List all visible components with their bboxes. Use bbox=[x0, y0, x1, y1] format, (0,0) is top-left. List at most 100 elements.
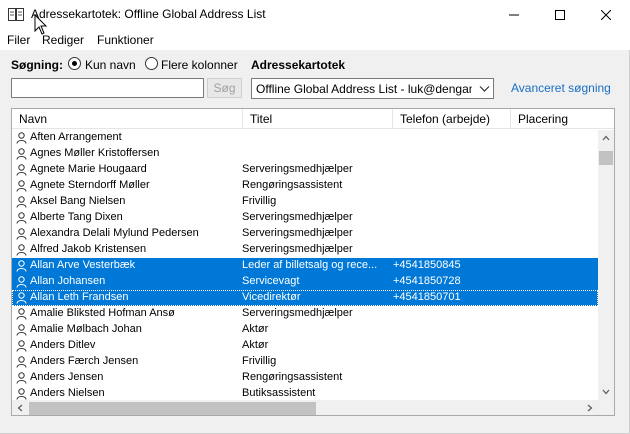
row-name: Alexandra Delali Mylund Pedersen bbox=[30, 227, 199, 239]
minimize-button[interactable] bbox=[491, 0, 537, 30]
address-list[interactable]: Navn Titel Telefon (arbejde) Placering A… bbox=[11, 108, 615, 416]
person-icon bbox=[16, 308, 27, 320]
list-row[interactable]: Anders Jensen Rengøringsassistent bbox=[12, 370, 598, 386]
person-icon bbox=[16, 212, 27, 224]
search-label: Søgning: bbox=[11, 58, 63, 72]
menu-filer[interactable]: Filer bbox=[7, 33, 30, 47]
list-row[interactable]: Anders Ditlev Aktør bbox=[12, 338, 598, 354]
row-title: Rengøringsassistent bbox=[242, 371, 343, 383]
row-name: Anders Ditlev bbox=[30, 339, 96, 351]
row-title: Frivillig bbox=[242, 355, 277, 367]
column-header-location[interactable]: Placering bbox=[511, 109, 614, 129]
chevron-up-icon bbox=[602, 135, 610, 141]
radio-name-only[interactable] bbox=[68, 57, 81, 70]
list-row[interactable]: Anders Nielsen Butiksassistent bbox=[12, 386, 598, 400]
list-row[interactable]: Anders Færch Jensen Frivillig bbox=[12, 354, 598, 370]
minimize-icon bbox=[509, 14, 519, 16]
vertical-scroll-thumb[interactable] bbox=[599, 151, 613, 165]
person-icon bbox=[16, 180, 27, 192]
row-name: Agnete Sterndorff Møller bbox=[30, 179, 150, 191]
list-rows: Aften Arrangement Agnes Møller Kristoffer… bbox=[12, 130, 598, 400]
row-name: Alfred Jakob Kristensen bbox=[30, 243, 147, 255]
list-row[interactable]: Agnete Marie Hougaard Serveringsmedhjælpe… bbox=[12, 162, 598, 178]
advanced-search-link[interactable]: Avanceret søgning bbox=[511, 81, 611, 95]
list-row[interactable]: Amalie Bliksted Hofman Ansø Serveringsmed… bbox=[12, 306, 598, 322]
chevron-down-icon bbox=[602, 389, 610, 395]
row-title: Serveringsmedhjælper bbox=[242, 163, 353, 175]
row-name: Alberte Tang Dixen bbox=[30, 211, 123, 223]
row-name: Aksel Bang Nielsen bbox=[30, 195, 126, 207]
row-name: Allan Arve Vesterbæk bbox=[30, 259, 136, 271]
radio-more-columns[interactable] bbox=[145, 57, 158, 70]
list-row[interactable]: Agnete Sterndorff Møller Rengøringsassist… bbox=[12, 178, 598, 194]
row-phone: +4541850728 bbox=[393, 275, 461, 287]
list-row[interactable]: Alfred Jakob Kristensen Serveringsmedhjæl… bbox=[12, 242, 598, 258]
row-name: Allan Leth Frandsen bbox=[30, 291, 129, 303]
menu-funktioner[interactable]: Funktioner bbox=[97, 33, 154, 47]
row-title: Frivillig bbox=[242, 195, 277, 207]
row-title: Serveringsmedhjælper bbox=[242, 211, 353, 223]
list-row[interactable]: Aften Arrangement bbox=[12, 130, 598, 146]
row-title: Butiksassistent bbox=[242, 387, 316, 399]
column-header-name[interactable]: Navn bbox=[12, 109, 243, 129]
chevron-down-icon bbox=[479, 86, 490, 92]
row-name: Amalie Bliksted Hofman Ansø bbox=[30, 307, 175, 319]
person-icon bbox=[16, 276, 27, 288]
person-icon bbox=[16, 164, 27, 176]
list-row[interactable]: Aksel Bang Nielsen Frivillig bbox=[12, 194, 598, 210]
scroll-down-button[interactable] bbox=[598, 384, 614, 400]
scroll-up-button[interactable] bbox=[598, 130, 614, 146]
maximize-icon bbox=[555, 10, 565, 20]
list-row[interactable]: Allan Johansen Servicevagt +4541850728 bbox=[12, 274, 598, 290]
list-row[interactable]: Allan Arve Vesterbæk Leder af billetsalg … bbox=[12, 258, 598, 274]
list-row[interactable]: Allan Leth Frandsen Vicedirektør +45418507… bbox=[12, 290, 598, 306]
row-name: Allan Johansen bbox=[30, 275, 106, 287]
column-header-title[interactable]: Titel bbox=[243, 109, 393, 129]
search-input[interactable] bbox=[11, 78, 204, 98]
scroll-left-button[interactable] bbox=[12, 400, 28, 415]
row-name: Anders Jensen bbox=[30, 371, 104, 383]
row-title: Serveringsmedhjælper bbox=[242, 227, 353, 239]
row-title: Vicedirektør bbox=[242, 291, 301, 303]
horizontal-scroll-thumb[interactable] bbox=[29, 402, 316, 415]
person-icon bbox=[16, 372, 27, 384]
radio-more-columns-label[interactable]: Flere kolonner bbox=[161, 58, 238, 72]
person-icon bbox=[16, 324, 27, 336]
row-name: Aften Arrangement bbox=[30, 131, 122, 143]
close-icon bbox=[601, 10, 611, 20]
list-row[interactable]: Alexandra Delali Mylund Pedersen Serverin… bbox=[12, 226, 598, 242]
scrollbar-corner bbox=[598, 400, 614, 415]
row-title: Aktør bbox=[242, 323, 269, 335]
vertical-scrollbar[interactable] bbox=[598, 130, 614, 400]
row-name: Anders Nielsen bbox=[30, 387, 105, 399]
row-title: Servicevagt bbox=[242, 275, 300, 287]
address-book-dropdown[interactable]: Offline Global Address List - luk@dengam… bbox=[251, 78, 494, 99]
person-icon bbox=[16, 260, 27, 272]
row-title: Rengøringsassistent bbox=[242, 179, 343, 191]
row-name: Agnes Møller Kristoffersen bbox=[30, 147, 160, 159]
person-icon bbox=[16, 228, 27, 240]
list-row[interactable]: Agnes Møller Kristoffersen bbox=[12, 146, 598, 162]
window-title: Adressekartotek: Offline Global Address … bbox=[31, 7, 266, 21]
list-row[interactable]: Amalie Mølbach Johan Aktør bbox=[12, 322, 598, 338]
close-button[interactable] bbox=[583, 0, 629, 30]
row-name: Amalie Mølbach Johan bbox=[30, 323, 142, 335]
radio-name-only-label[interactable]: Kun navn bbox=[85, 58, 136, 72]
menu-rediger[interactable]: Rediger bbox=[42, 33, 84, 47]
scroll-right-button[interactable] bbox=[582, 400, 598, 415]
search-button[interactable]: Søg bbox=[207, 78, 242, 98]
person-icon bbox=[16, 244, 27, 256]
column-header-phone[interactable]: Telefon (arbejde) bbox=[393, 109, 511, 129]
horizontal-scrollbar[interactable] bbox=[12, 400, 598, 415]
title-bar: Adressekartotek: Offline Global Address … bbox=[0, 0, 630, 30]
row-name: Agnete Marie Hougaard bbox=[30, 163, 147, 175]
person-icon bbox=[16, 340, 27, 352]
maximize-button[interactable] bbox=[537, 0, 583, 30]
address-book-icon bbox=[8, 8, 24, 21]
person-icon bbox=[16, 148, 27, 160]
list-row[interactable]: Alberte Tang Dixen Serveringsmedhjælper bbox=[12, 210, 598, 226]
list-header: Navn Titel Telefon (arbejde) Placering bbox=[12, 109, 614, 129]
chevron-left-icon bbox=[17, 404, 23, 412]
address-book-window: Adressekartotek: Offline Global Address … bbox=[0, 0, 630, 434]
row-phone: +4541850845 bbox=[393, 259, 461, 271]
